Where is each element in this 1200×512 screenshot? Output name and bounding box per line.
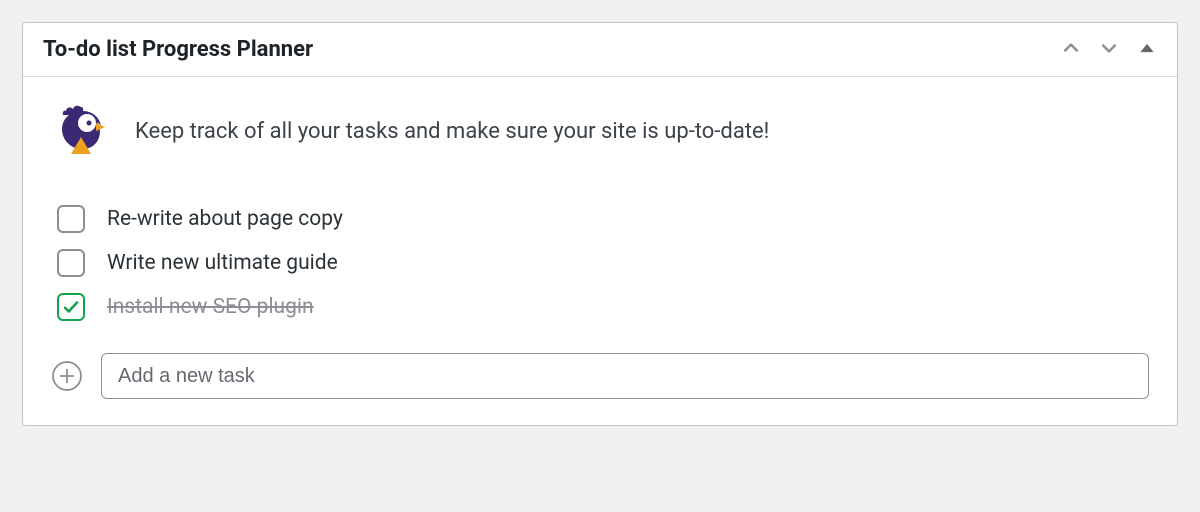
widget-header: To-do list Progress Planner [23, 23, 1177, 77]
progress-planner-rooster-icon [51, 101, 111, 161]
task-checkbox[interactable] [57, 293, 85, 321]
chevron-down-icon[interactable] [1099, 38, 1119, 62]
widget-title: To-do list Progress Planner [43, 37, 313, 62]
task-checkbox[interactable] [57, 249, 85, 277]
add-task-row [51, 353, 1149, 399]
add-task-input[interactable] [101, 353, 1149, 399]
todo-widget: To-do list Progress Planner [22, 22, 1178, 426]
task-item: Re-write about page copy [51, 197, 1149, 241]
task-item: Install new SEO plugin [51, 285, 1149, 329]
intro-text: Keep track of all your tasks and make su… [135, 119, 769, 144]
triangle-up-icon[interactable] [1137, 38, 1157, 62]
task-label: Write new ultimate guide [107, 251, 338, 275]
checkmark-icon [62, 298, 80, 316]
widget-body: Keep track of all your tasks and make su… [23, 77, 1177, 425]
plus-circle-icon[interactable] [51, 360, 83, 392]
task-label: Re-write about page copy [107, 207, 343, 231]
chevron-up-icon[interactable] [1061, 38, 1081, 62]
task-checkbox[interactable] [57, 205, 85, 233]
widget-controls [1061, 38, 1157, 62]
intro-row: Keep track of all your tasks and make su… [51, 101, 1149, 161]
task-label: Install new SEO plugin [107, 295, 314, 319]
task-list: Re-write about page copy Write new ultim… [51, 197, 1149, 329]
task-item: Write new ultimate guide [51, 241, 1149, 285]
